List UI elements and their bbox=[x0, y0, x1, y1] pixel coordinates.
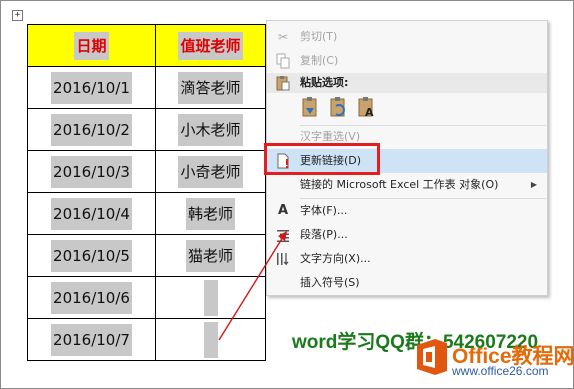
url-watermark: www.office26.com bbox=[452, 364, 549, 378]
office-logo-icon bbox=[415, 337, 449, 377]
